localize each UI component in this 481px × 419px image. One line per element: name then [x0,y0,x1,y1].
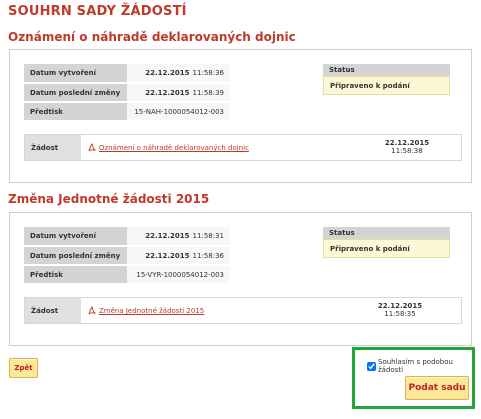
application-document-link[interactable]: Oznámení o náhradě deklarovaných dojnic [99,144,249,152]
application-panel: Datum vytvoření 22.12.2015 11:58:31 Datum… [9,212,472,346]
created-label: Datum vytvoření [24,227,127,247]
agree-label: Souhlasím s podobou žádosti [378,358,453,374]
application-row: Žádost Změna Jednotné žádosti 2015 22.12… [24,297,462,324]
application-label: Žádost [25,298,81,323]
status-box: Status Připraveno k podání [323,64,450,95]
created-value: 22.12.2015 11:58:36 [127,64,230,84]
application-label: Žádost [25,135,81,160]
application-timestamp: 22.12.2015 11:58:35 [377,302,423,318]
created-value: 22.12.2015 11:58:31 [127,227,230,247]
status-badge: Připraveno k podání [323,76,450,95]
application-timestamp: 22.12.2015 11:58:38 [384,139,430,155]
submit-set-button[interactable]: Podat sadu [405,376,469,400]
table-row: Datum poslední změny 22.12.2015 11:58:39 [24,83,230,103]
application-document-link[interactable]: Změna Jednotné žádosti 2015 [99,307,204,315]
created-label: Datum vytvoření [24,64,127,84]
page-title: SOUHRN SADY ŽÁDOSTÍ [8,4,187,19]
table-row: Předtisk 15-VYR-1000054012-003 [24,265,230,285]
table-row: Datum vytvoření 22.12.2015 11:58:36 [24,64,230,84]
status-badge: Připraveno k podání [323,239,450,258]
modified-value: 22.12.2015 11:58:39 [127,83,230,103]
preprint-value: 15-NAH-1000054012-003 [127,102,230,122]
modified-label: Datum poslední změny [24,83,127,103]
pdf-icon[interactable] [88,306,96,315]
meta-table: Datum vytvoření 22.12.2015 11:58:36 Datum… [24,64,230,122]
table-row: Předtisk 15-NAH-1000054012-003 [24,102,230,122]
application-panel: Datum vytvoření 22.12.2015 11:58:36 Datum… [9,49,472,183]
section-title: Změna Jednotné žádosti 2015 [8,192,210,206]
status-box: Status Připraveno k podání [323,227,450,258]
preprint-label: Předtisk [24,102,127,122]
status-header: Status [323,64,450,76]
section-title: Oznámení o náhradě deklarovaných dojnic [8,30,296,44]
modified-value: 22.12.2015 11:58:36 [127,246,230,266]
preprint-value: 15-VYR-1000054012-003 [127,265,230,285]
pdf-icon[interactable] [88,143,96,152]
meta-table: Datum vytvoření 22.12.2015 11:58:31 Datum… [24,227,230,285]
application-row: Žádost Oznámení o náhradě deklarovaných … [24,134,462,161]
modified-label: Datum poslední změny [24,246,127,266]
agree-checkbox-row[interactable]: Souhlasím s podobou žádosti [367,358,472,374]
table-row: Datum vytvoření 22.12.2015 11:58:31 [24,227,230,247]
preprint-label: Předtisk [24,265,127,285]
table-row: Datum poslední změny 22.12.2015 11:58:36 [24,246,230,266]
submit-area-highlight: Souhlasím s podobou žádosti Podat sadu [352,347,475,409]
status-header: Status [323,227,450,239]
agree-checkbox[interactable] [367,361,376,371]
back-button[interactable]: Zpět [9,358,38,378]
